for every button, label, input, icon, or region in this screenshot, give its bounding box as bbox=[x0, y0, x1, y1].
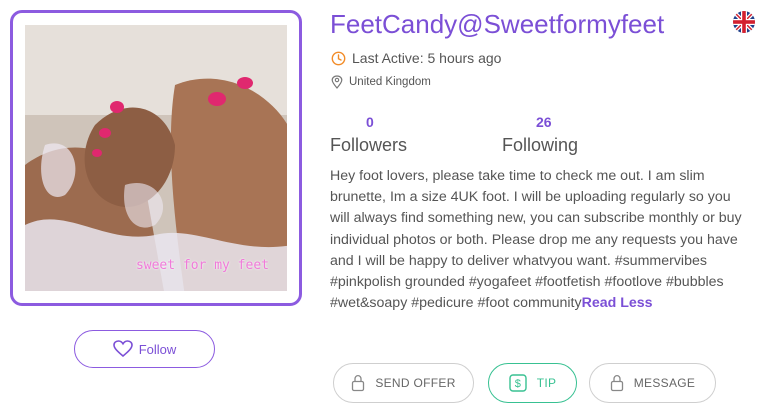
tip-label: TIP bbox=[536, 376, 557, 390]
dollar-icon: $ bbox=[509, 374, 527, 392]
following-count[interactable]: 26 bbox=[536, 114, 552, 130]
photo-watermark: sweet for my feet bbox=[135, 258, 269, 273]
last-active-row: Last Active: 5 hours ago bbox=[331, 50, 501, 66]
message-button[interactable]: MESSAGE bbox=[589, 363, 716, 403]
profile-photo-card: sweet for my feet bbox=[10, 10, 302, 306]
following-label[interactable]: Following bbox=[502, 135, 578, 156]
location-row: United Kingdom bbox=[331, 75, 431, 89]
uk-flag-icon bbox=[733, 11, 755, 33]
heart-icon bbox=[112, 340, 133, 358]
send-offer-button[interactable]: SEND OFFER bbox=[333, 363, 474, 403]
tip-button[interactable]: $ TIP bbox=[488, 363, 577, 403]
lock-icon bbox=[610, 374, 623, 392]
feet-photo-art bbox=[25, 25, 287, 291]
svg-text:$: $ bbox=[514, 378, 520, 390]
send-offer-label: SEND OFFER bbox=[375, 376, 456, 390]
profile-photo[interactable]: sweet for my feet bbox=[25, 25, 287, 291]
follow-label: Follow bbox=[138, 341, 177, 357]
map-pin-icon bbox=[331, 75, 343, 89]
read-less-link[interactable]: Read Less bbox=[582, 295, 653, 311]
bio-block: Hey foot lovers, please take time to che… bbox=[330, 166, 750, 314]
clock-icon bbox=[331, 51, 346, 65]
lock-icon bbox=[352, 374, 365, 392]
location-text: United Kingdom bbox=[349, 76, 431, 88]
followers-label[interactable]: Followers bbox=[330, 135, 407, 156]
profile-name: FeetCandy@Sweetformyfeet bbox=[330, 9, 665, 39]
message-label: MESSAGE bbox=[633, 376, 696, 390]
followers-count[interactable]: 0 bbox=[366, 114, 374, 130]
follow-button[interactable]: Follow bbox=[74, 330, 215, 368]
bio-text: Hey foot lovers, please take time to che… bbox=[330, 168, 742, 312]
last-active-text: Last Active: 5 hours ago bbox=[352, 50, 502, 66]
